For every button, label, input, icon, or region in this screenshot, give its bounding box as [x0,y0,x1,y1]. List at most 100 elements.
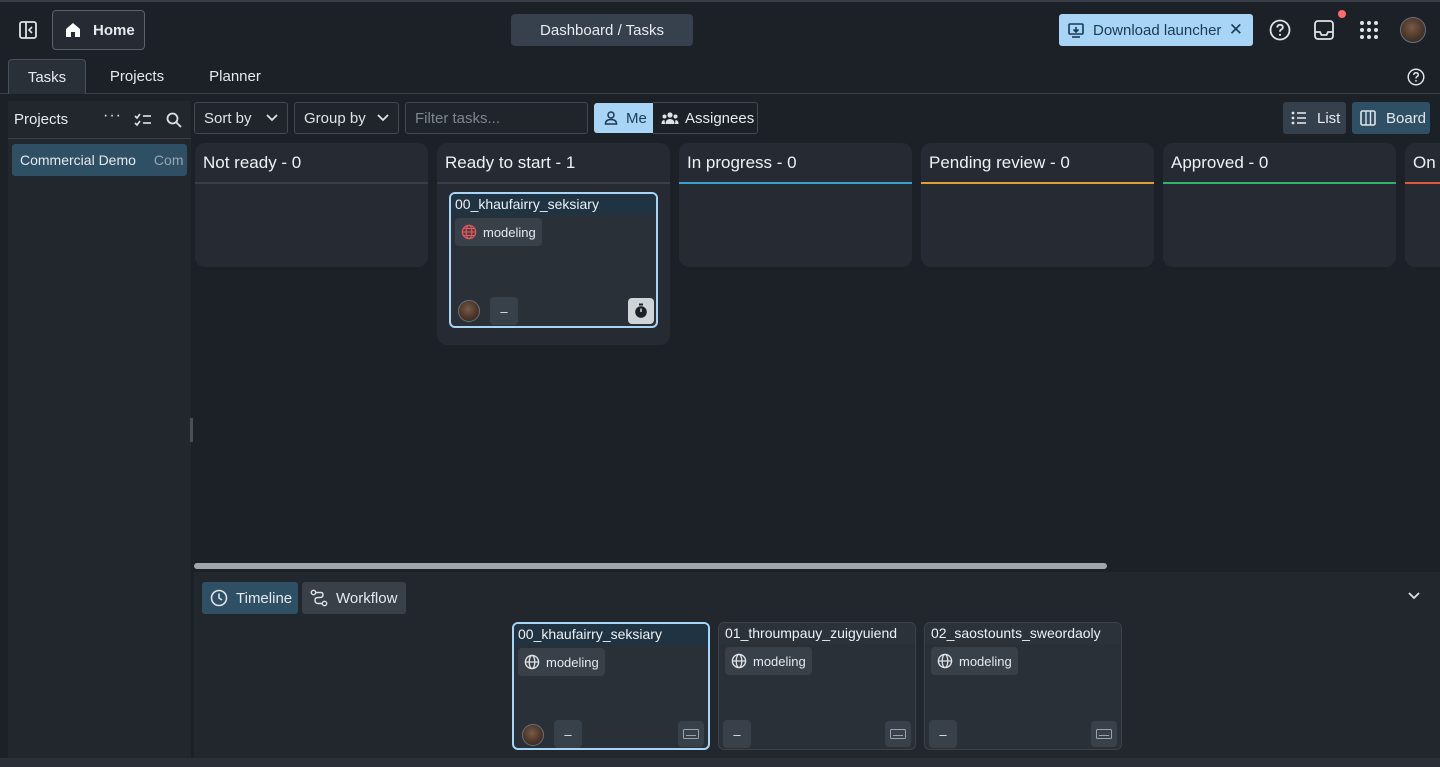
workflow-task-card[interactable]: 01_throumpauy_zuigyuiend modeling – [718,622,916,750]
globe-icon [461,224,477,240]
me-filter-button[interactable]: Me [594,103,653,133]
notification-dot [1338,10,1346,18]
column-status-line [679,182,912,184]
sort-by-dropdown[interactable]: Sort by [194,102,288,134]
project-item-code: Com [153,152,184,168]
home-label: Home [93,21,135,39]
column-title: Ready to start - 1 [445,153,576,172]
board-column-ready-to-start: Ready to start - 1 00_khaufairry_seksiar… [437,143,670,345]
task-card-title: 00_khaufairry_seksiary [514,624,708,645]
workflow-task-card[interactable]: 00_khaufairry_seksiary modeling – [512,622,710,750]
checklist-icon[interactable] [134,112,152,128]
user-avatar[interactable] [1400,17,1426,43]
app-header: Home Dashboard / Tasks Download launcher… [0,2,1440,58]
chevron-down-icon [266,114,278,122]
card-action-button[interactable] [1091,721,1117,747]
projects-panel: Projects ··· Commercial Demo Com [8,101,191,758]
me-label: Me [626,109,647,127]
group-by-dropdown[interactable]: Group by [294,102,399,134]
project-item-commercial-demo[interactable]: Commercial Demo Com [12,144,187,176]
apps-grid-icon [1360,21,1378,39]
close-icon[interactable]: ✕ [1229,20,1243,40]
sidebar-toggle-button[interactable] [16,18,40,42]
globe-icon [731,653,747,669]
task-type-tag: modeling [725,647,812,675]
main-tabs: Tasks Projects Planner [0,58,1440,94]
filter-tasks-input[interactable]: Filter tasks... [405,102,588,134]
tab-projects[interactable]: Projects [98,59,176,94]
filter-placeholder: Filter tasks... [415,109,501,127]
workflow-task-card[interactable]: 02_saostounts_sweordaoly modeling – [924,622,1122,750]
stopwatch-icon [635,303,647,318]
timeline-label: Timeline [236,589,293,607]
board-icon [1360,110,1376,126]
group-icon [661,112,679,124]
column-title: Approved - 0 [1171,153,1269,172]
tabs-help-button[interactable] [1406,67,1426,87]
inbox-button[interactable] [1312,18,1336,42]
projects-panel-title: Projects [14,111,69,128]
globe-icon [524,654,540,670]
home-button[interactable]: Home [52,10,145,50]
card-action-button[interactable] [885,721,911,747]
footer-strip [0,758,1440,767]
apps-grid-button[interactable] [1357,18,1381,42]
breadcrumb[interactable]: Dashboard / Tasks [511,14,693,46]
task-type-tag: modeling [518,648,605,676]
tab-timeline[interactable]: Timeline [202,582,298,614]
list-icon [1291,111,1306,125]
chevron-down-icon[interactable] [1408,592,1420,600]
help-button[interactable] [1268,18,1292,42]
board-horizontal-scrollbar[interactable] [194,563,1107,569]
help-icon [1407,68,1425,86]
column-status-line [195,182,428,184]
keyboard-icon [683,729,699,739]
inbox-icon [1314,20,1334,40]
assignees-filter-button[interactable]: Assignees [653,102,758,134]
timer-button[interactable] [628,298,654,324]
globe-icon [937,653,953,669]
assignees-label: Assignees [685,109,755,127]
projects-panel-header: Projects ··· [8,101,191,139]
more-options-icon[interactable]: ··· [103,107,122,125]
task-card[interactable]: 00_khaufairry_seksiary modeling – [449,192,658,328]
person-icon [604,111,618,125]
column-title: In progress - 0 [687,153,797,172]
task-type-tag: modeling [455,218,542,246]
board-label: Board [1386,109,1427,127]
column-status-line [1163,182,1396,184]
download-launcher-banner[interactable]: Download launcher ✕ [1059,14,1253,46]
board-view-button[interactable]: Board [1352,102,1430,134]
task-value: – [490,297,518,325]
tab-tasks[interactable]: Tasks [8,59,86,94]
panel-resize-handle[interactable] [190,418,193,442]
column-title: Not ready - 0 [203,153,302,172]
download-label: Download launcher [1093,21,1222,39]
task-type-tag: modeling [931,647,1018,675]
tab-workflow[interactable]: Workflow [302,582,406,614]
group-by-label: Group by [304,109,366,127]
task-type-label: modeling [959,653,1012,669]
keyboard-icon [1096,729,1112,739]
keyboard-icon [890,729,906,739]
sort-by-label: Sort by [204,109,252,127]
list-view-button[interactable]: List [1283,102,1346,134]
sidebar-toggle-icon [19,21,37,39]
workflow-label: Workflow [336,589,398,607]
list-label: List [1317,109,1341,127]
card-action-button[interactable] [678,721,704,747]
tab-planner[interactable]: Planner [196,59,274,94]
task-type-label: modeling [546,654,599,670]
search-icon[interactable] [166,112,182,128]
column-status-line [437,182,670,184]
board-column-on-hold: On [1405,143,1440,267]
board-column-not-ready: Not ready - 0 [195,143,428,267]
task-card-title: 01_throumpauy_zuigyuiend [719,623,915,644]
task-type-label: modeling [753,653,806,669]
workflow-icon [310,589,328,607]
task-type-label: modeling [483,224,536,240]
assignee-avatar [522,724,544,746]
task-card-title: 00_khaufairry_seksiary [451,194,656,215]
assignee-avatar [458,300,480,322]
task-card-title: 02_saostounts_sweordaoly [925,623,1121,644]
